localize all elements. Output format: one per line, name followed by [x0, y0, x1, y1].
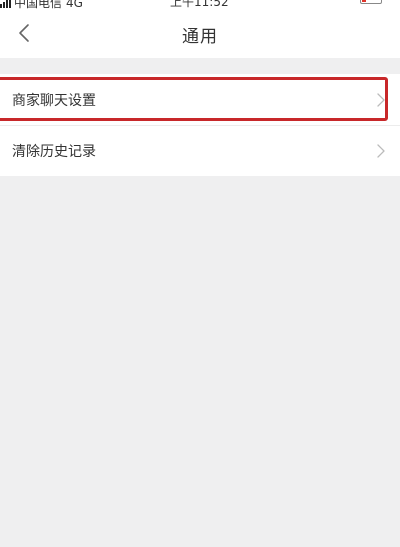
- chevron-right-icon: [377, 92, 385, 107]
- status-bar: 中国电信 4G 上午11:52: [0, 0, 400, 10]
- battery-level: [362, 0, 366, 2]
- signal-icon: [0, 0, 11, 8]
- status-time: 上午11:52: [170, 0, 229, 9]
- list-item-merchant-chat-settings[interactable]: 商家聊天设置: [0, 74, 400, 125]
- list-item-clear-history[interactable]: 清除历史记录: [0, 125, 400, 176]
- settings-list: 商家聊天设置 清除历史记录: [0, 74, 400, 176]
- list-item-label: 商家聊天设置: [12, 92, 96, 109]
- nav-bar: 通用: [0, 10, 400, 58]
- carrier-label: 中国电信: [14, 0, 63, 10]
- chevron-right-icon: [377, 144, 385, 158]
- page-title: 通用: [182, 27, 218, 47]
- battery-icon: [360, 0, 382, 4]
- network-label: 4G: [66, 0, 83, 10]
- list-item-label: 清除历史记录: [12, 144, 96, 160]
- status-left: 中国电信 4G: [0, 0, 83, 10]
